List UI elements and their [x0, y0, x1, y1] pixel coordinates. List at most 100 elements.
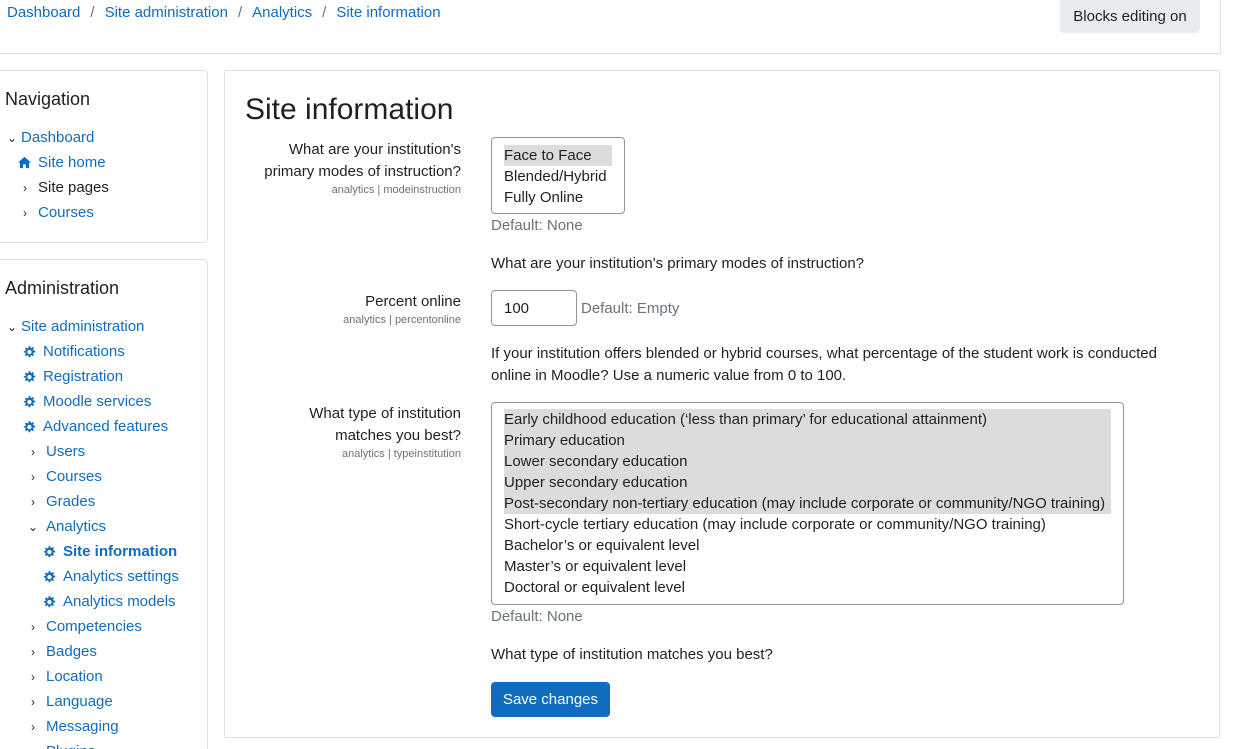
nav-item-label: Dashboard	[21, 129, 95, 146]
percent-description-line2: online in Moodle? Use a numeric value fr…	[491, 367, 847, 384]
admin-item-label: Badges	[46, 643, 97, 660]
percent-default: Default: Empty	[581, 300, 680, 317]
type-label-line2: matches you best?	[335, 427, 461, 444]
admin-item-registration[interactable]: Registration	[20, 368, 123, 385]
type-description: What type of institution matches you bes…	[491, 646, 773, 663]
admin-item-label: Courses	[46, 468, 102, 485]
chevron-right-icon: ›	[31, 694, 35, 709]
breadcrumb: Dashboard / Site administration / Analyt…	[7, 4, 441, 21]
admin-item-users[interactable]: › Users	[26, 443, 85, 460]
administration-title: Administration	[5, 278, 120, 298]
type-option[interactable]: Short-cycle tertiary education (may incl…	[504, 514, 1111, 535]
breadcrumb-separator: /	[90, 4, 95, 21]
blocks-editing-button[interactable]: Blocks editing on	[1060, 0, 1200, 33]
admin-item-label: Advanced features	[43, 418, 169, 435]
admin-item-plugins[interactable]: › Plugins	[26, 743, 95, 749]
breadcrumb-dashboard[interactable]: Dashboard	[7, 4, 80, 21]
percent-online-input[interactable]: 100	[491, 290, 577, 326]
type-option[interactable]: Upper secondary education	[504, 472, 1111, 493]
admin-item-courses[interactable]: › Courses	[26, 468, 102, 485]
type-option[interactable]: Master’s or equivalent level	[504, 556, 1111, 577]
chevron-right-icon: ›	[31, 469, 35, 484]
admin-item-label: Site information	[63, 543, 178, 560]
nav-item-dashboard[interactable]: ⌄ Dashboard	[5, 129, 94, 146]
modes-multiselect[interactable]: Face to Face Blended/Hybrid Fully Online	[491, 137, 625, 214]
type-label: What type of institution matches you bes…	[309, 403, 461, 461]
admin-item-competencies[interactable]: › Competencies	[26, 618, 142, 635]
admin-item-messaging[interactable]: › Messaging	[26, 718, 119, 735]
admin-item-label: Registration	[43, 368, 124, 385]
gear-icon	[20, 370, 38, 384]
gear-icon	[20, 420, 38, 434]
admin-item-label: Plugins	[46, 743, 95, 749]
admin-item-moodle-services[interactable]: Moodle services	[20, 393, 151, 410]
type-option[interactable]: Lower secondary education	[504, 451, 1111, 472]
modes-default: Default: None	[491, 217, 583, 234]
admin-item-location[interactable]: › Location	[26, 668, 103, 685]
percent-description-line1: If your institution offers blended or hy…	[491, 345, 1157, 362]
main-content: Site information What are your instituti…	[224, 70, 1220, 738]
modes-label: What are your institution's primary mode…	[264, 139, 461, 197]
admin-item-label: Competencies	[46, 618, 142, 635]
admin-item-analytics-models[interactable]: Analytics models	[40, 593, 176, 610]
page-title: Site information	[245, 93, 454, 126]
nav-item-site-pages[interactable]: › Site pages	[18, 179, 109, 196]
breadcrumb-site-administration[interactable]: Site administration	[105, 4, 228, 21]
modes-setting-key: analytics | modeinstruction	[331, 184, 461, 196]
admin-item-label: Location	[46, 668, 103, 685]
admin-item-label: Messaging	[46, 718, 119, 735]
type-option[interactable]: Doctoral or equivalent level	[504, 577, 1111, 598]
breadcrumb-separator: /	[322, 4, 327, 21]
modes-description: What are your institution's primary mode…	[491, 255, 865, 272]
modes-label-line2: primary modes of instruction?	[264, 163, 461, 180]
percent-label-text: Percent online	[365, 293, 461, 310]
breadcrumb-site-information[interactable]: Site information	[336, 4, 440, 21]
admin-item-analytics-settings[interactable]: Analytics settings	[40, 568, 179, 585]
chevron-down-icon: ⌄	[27, 519, 39, 534]
chevron-right-icon: ›	[23, 205, 27, 220]
gear-icon	[40, 545, 58, 559]
type-multiselect[interactable]: Early childhood education (‘less than pr…	[491, 402, 1124, 605]
admin-item-site-information[interactable]: Site information	[40, 543, 177, 560]
admin-item-label: Analytics models	[63, 593, 176, 610]
save-changes-button[interactable]: Save changes	[491, 682, 610, 717]
modes-option[interactable]: Face to Face	[504, 145, 612, 166]
admin-item-label: Notifications	[43, 343, 125, 360]
admin-item-label: Site administration	[21, 318, 145, 335]
breadcrumb-separator: /	[237, 4, 243, 21]
chevron-down-icon: ⌄	[6, 319, 18, 334]
chevron-right-icon: ›	[31, 669, 35, 684]
admin-item-site-administration[interactable]: ⌄ Site administration	[5, 318, 144, 335]
admin-item-language[interactable]: › Language	[26, 693, 113, 710]
type-option[interactable]: Primary education	[504, 430, 1111, 451]
admin-item-advanced-features[interactable]: Advanced features	[20, 418, 168, 435]
admin-item-label: Analytics	[46, 518, 107, 535]
nav-item-site-home[interactable]: Site home	[15, 154, 106, 171]
chevron-right-icon: ›	[23, 180, 27, 195]
breadcrumb-analytics[interactable]: Analytics	[252, 4, 312, 21]
nav-item-label: Courses	[38, 204, 94, 221]
admin-item-analytics[interactable]: ⌄ Analytics	[26, 518, 106, 535]
type-option[interactable]: Bachelor’s or equivalent level	[504, 535, 1111, 556]
chevron-right-icon: ›	[31, 644, 35, 659]
chevron-down-icon: ⌄	[6, 130, 18, 145]
type-option[interactable]: Early childhood education (‘less than pr…	[504, 409, 1111, 430]
modes-option[interactable]: Blended/Hybrid	[504, 166, 612, 187]
admin-item-label: Analytics settings	[63, 568, 179, 585]
admin-item-notifications[interactable]: Notifications	[20, 343, 125, 360]
modes-label-line1: What are your institution's	[288, 141, 461, 158]
gear-icon	[40, 570, 58, 584]
admin-item-label: Users	[46, 443, 86, 460]
type-option[interactable]: Post-secondary non-tertiary education (m…	[504, 493, 1111, 514]
chevron-right-icon: ›	[31, 619, 35, 634]
chevron-right-icon: ›	[31, 494, 35, 509]
admin-item-label: Grades	[46, 493, 96, 510]
nav-item-courses[interactable]: › Courses	[18, 204, 94, 221]
type-default: Default: None	[491, 608, 583, 625]
administration-block: Administration ⌄ Site administration Notif…	[0, 259, 208, 749]
admin-item-label: Moodle services	[43, 393, 152, 410]
modes-option[interactable]: Fully Online	[504, 187, 612, 208]
nav-item-label: Site home	[38, 154, 106, 171]
admin-item-grades[interactable]: › Grades	[26, 493, 95, 510]
admin-item-badges[interactable]: › Badges	[26, 643, 97, 660]
